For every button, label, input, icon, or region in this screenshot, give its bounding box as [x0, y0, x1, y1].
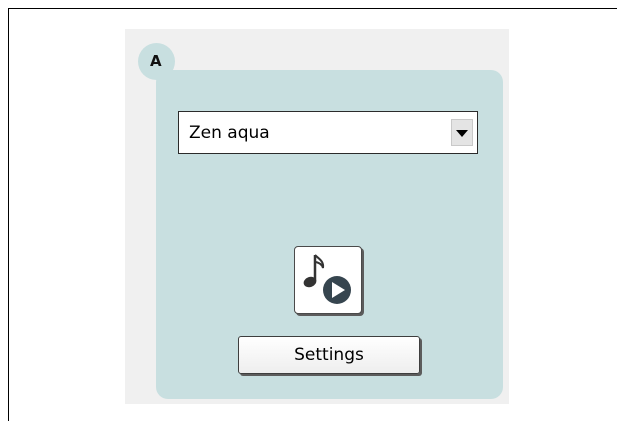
- music-note-play-icon: [303, 254, 351, 304]
- window-border-top: [8, 8, 617, 9]
- chevron-down-icon: [456, 130, 468, 137]
- theme-select-dropdown-button[interactable]: [451, 119, 473, 146]
- theme-select[interactable]: Zen aqua: [178, 111, 478, 154]
- group-tab-label: A: [150, 52, 162, 70]
- theme-select-value: Zen aqua: [189, 123, 270, 143]
- settings-button[interactable]: Settings: [238, 336, 420, 374]
- window: A Zen aqua Settings: [0, 0, 617, 421]
- window-border-left: [8, 8, 9, 421]
- play-sound-button[interactable]: [294, 246, 362, 314]
